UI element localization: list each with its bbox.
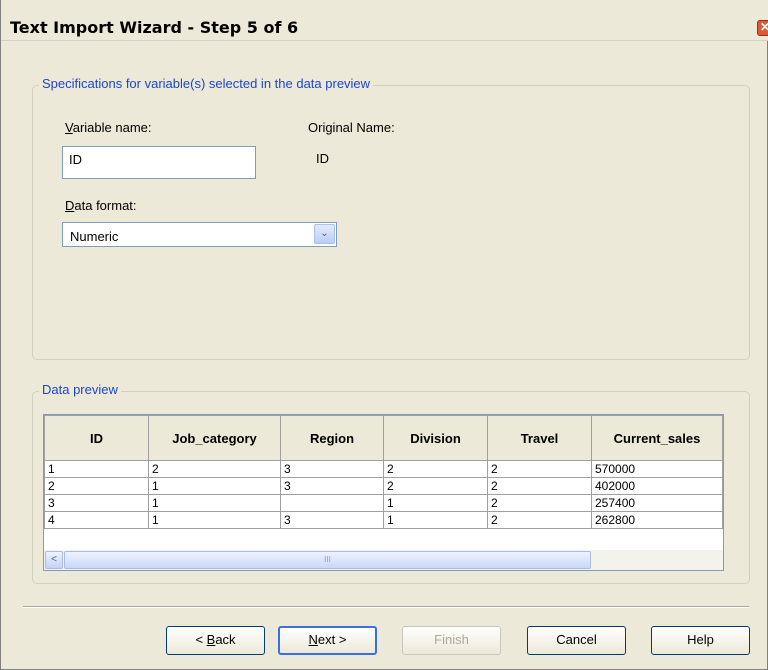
help-button[interactable]: Help	[651, 626, 750, 655]
table-cell: 2	[487, 494, 592, 512]
table-row[interactable]: 4 1 3 1 2 262800	[44, 511, 723, 529]
table-cell: 262800	[591, 511, 723, 529]
table-cell: 1	[44, 460, 149, 478]
finish-button: Finish	[402, 626, 501, 655]
table-row[interactable]: 2 1 3 2 2 402000	[44, 477, 723, 495]
original-name-label: Original Name:	[308, 120, 395, 135]
table-cell: 1	[148, 477, 281, 495]
table-cell: 257400	[591, 494, 723, 512]
table-cell: 2	[383, 477, 488, 495]
table-cell: 1	[383, 494, 488, 512]
table-cell: 4	[44, 511, 149, 529]
next-button[interactable]: Next >	[278, 626, 377, 655]
data-format-label: Data format:	[65, 198, 137, 213]
scroll-left-icon[interactable]: <	[45, 551, 63, 569]
back-button[interactable]: < Back	[166, 626, 265, 655]
header-row: ID Job_category Region Division Travel C…	[44, 415, 723, 461]
variable-name-input[interactable]: ID	[62, 146, 256, 179]
table-cell: 1	[148, 494, 281, 512]
table-cell: 3	[280, 511, 384, 529]
window-title: Text Import Wizard - Step 5 of 6	[10, 18, 299, 37]
table-cell: 1	[148, 511, 281, 529]
table-cell: 3	[280, 477, 384, 495]
table-row[interactable]: 1 2 3 2 2 570000	[44, 460, 723, 478]
column-header[interactable]: Job_category	[148, 415, 281, 461]
column-header[interactable]: Region	[280, 415, 384, 461]
chevron-down-icon[interactable]: ⌄	[314, 224, 335, 244]
data-format-dropdown[interactable]: Numeric ⌄	[62, 222, 337, 247]
button-divider	[23, 606, 749, 608]
scroll-grip-icon: III	[324, 555, 331, 564]
horizontal-scroll-thumb[interactable]: III	[64, 551, 591, 569]
data-format-selected-value: Numeric	[70, 229, 119, 244]
title-bar[interactable]: Text Import Wizard - Step 5 of 6 ✕	[1, 0, 768, 41]
cancel-button[interactable]: Cancel	[527, 626, 626, 655]
column-header[interactable]: Current_sales	[591, 415, 723, 461]
specifications-group-legend: Specifications for variable(s) selected …	[39, 76, 374, 91]
data-preview-group-legend: Data preview	[39, 382, 121, 397]
table-cell: 402000	[591, 477, 723, 495]
table-cell: 2	[44, 477, 149, 495]
horizontal-scrollbar[interactable]: < III >	[44, 550, 723, 570]
table-cell: 3	[44, 494, 149, 512]
table-cell	[280, 494, 384, 512]
column-header[interactable]: ID	[44, 415, 149, 461]
column-header[interactable]: Division	[383, 415, 488, 461]
table-cell: 2	[487, 460, 592, 478]
table-cell: 570000	[591, 460, 723, 478]
table-cell: 1	[383, 511, 488, 529]
column-header[interactable]: Travel	[487, 415, 592, 461]
original-name-value: ID	[316, 151, 329, 166]
data-preview-grid[interactable]: ID Job_category Region Division Travel C…	[43, 414, 724, 571]
table-row[interactable]: 3 1 1 2 257400	[44, 494, 723, 512]
table-cell: 3	[280, 460, 384, 478]
table-cell: 2	[148, 460, 281, 478]
data-preview-table: ID Job_category Region Division Travel C…	[44, 415, 723, 529]
table-cell: 2	[487, 477, 592, 495]
table-cell: 2	[487, 511, 592, 529]
variable-name-label: Variable name:	[65, 120, 152, 135]
close-icon[interactable]: ✕	[757, 20, 768, 36]
table-cell: 2	[383, 460, 488, 478]
text-import-wizard-dialog: Text Import Wizard - Step 5 of 6 ✕ Speci…	[0, 0, 768, 670]
